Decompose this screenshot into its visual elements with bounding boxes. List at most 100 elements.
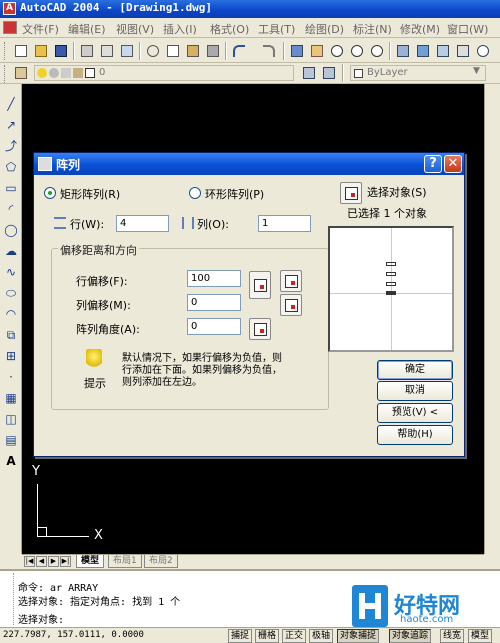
next-tab-icon[interactable]: ▶ xyxy=(48,556,59,567)
line-icon[interactable]: ╱ xyxy=(3,96,19,112)
layer-dropdown[interactable]: 0 xyxy=(34,65,294,81)
design-center-icon[interactable] xyxy=(414,42,432,60)
help-button[interactable]: 帮助(H) xyxy=(377,425,453,445)
menu-file[interactable]: 文件(F) xyxy=(22,21,59,37)
layer-manager-icon[interactable] xyxy=(12,64,30,82)
revision-cloud-icon[interactable]: ☁ xyxy=(3,243,19,259)
table-icon[interactable]: ▤ xyxy=(3,432,19,448)
open-icon[interactable] xyxy=(32,42,50,60)
last-tab-icon[interactable]: ▶| xyxy=(60,556,71,567)
menu-insert[interactable]: 插入(I) xyxy=(163,21,197,37)
paste-icon[interactable] xyxy=(184,42,202,60)
menu-edit[interactable]: 编辑(E) xyxy=(68,21,106,37)
window-titlebar[interactable]: A AutoCAD 2004 - [Drawing1.dwg] xyxy=(0,0,500,18)
arc-icon[interactable]: ◜ xyxy=(3,201,19,217)
menu-draw[interactable]: 绘图(D) xyxy=(305,21,344,37)
redo-icon[interactable] xyxy=(260,42,278,60)
insert-block-icon[interactable]: ⧉ xyxy=(3,327,19,343)
construction-line-icon[interactable]: ↗ xyxy=(3,117,19,133)
dialog-titlebar[interactable]: 阵列 ? ✕ xyxy=(34,153,464,175)
make-block-icon[interactable]: ⊞ xyxy=(3,348,19,364)
zoom-realtime-icon[interactable] xyxy=(328,42,346,60)
polygon-icon[interactable]: ⬠ xyxy=(3,159,19,175)
multiline-text-icon[interactable]: A xyxy=(3,453,19,469)
tool-palettes-icon[interactable] xyxy=(434,42,452,60)
match-properties-icon[interactable] xyxy=(204,42,222,60)
select-objects-label: 选择对象(S) xyxy=(367,186,427,199)
menu-window[interactable]: 窗口(W) xyxy=(447,21,488,37)
zoom-window-icon[interactable] xyxy=(348,42,366,60)
separator xyxy=(225,42,227,60)
print-preview-icon[interactable] xyxy=(98,42,116,60)
properties-icon[interactable] xyxy=(394,42,412,60)
grid-toggle[interactable]: 栅格 xyxy=(255,629,280,643)
toolbar-grip[interactable] xyxy=(4,65,7,83)
pick-angle-button[interactable] xyxy=(249,318,271,340)
cut-icon[interactable] xyxy=(144,42,162,60)
ortho-toggle[interactable]: 正交 xyxy=(282,629,307,643)
pick-both-offsets-button[interactable] xyxy=(249,271,271,299)
publish-icon[interactable] xyxy=(118,42,136,60)
save-icon[interactable] xyxy=(52,42,70,60)
tab-model[interactable]: 模型 xyxy=(76,555,105,568)
close-icon[interactable]: ✕ xyxy=(444,155,462,173)
pick-row-offset-button[interactable] xyxy=(280,270,302,292)
polar-array-label[interactable]: 环形阵列(P) xyxy=(205,186,264,202)
hatch-icon[interactable]: ▦ xyxy=(3,390,19,406)
pan-icon[interactable] xyxy=(308,42,326,60)
rows-input[interactable] xyxy=(116,215,169,232)
help-icon[interactable] xyxy=(474,42,492,60)
rect-array-radio[interactable] xyxy=(44,187,56,199)
document-icon[interactable] xyxy=(3,21,17,34)
layer-previous-icon[interactable] xyxy=(320,64,338,82)
array-angle-input[interactable] xyxy=(187,318,241,335)
column-offset-input[interactable] xyxy=(187,294,241,311)
preview-button[interactable]: 预览(V) < xyxy=(377,403,453,423)
otrack-toggle[interactable]: 对象追踪 xyxy=(389,629,432,643)
menu-view[interactable]: 视图(V) xyxy=(116,21,154,37)
circle-icon[interactable]: ◯ xyxy=(3,222,19,238)
point-icon[interactable]: · xyxy=(3,369,19,385)
tab-layout2[interactable]: 布局2 xyxy=(144,555,178,568)
ellipse-arc-icon[interactable]: ◠ xyxy=(3,306,19,322)
row-offset-input[interactable] xyxy=(187,270,241,287)
pick-column-offset-button[interactable] xyxy=(280,294,302,316)
columns-input[interactable] xyxy=(258,215,311,232)
column-offset-label: 列偏移(M): xyxy=(76,299,131,312)
menu-modify[interactable]: 修改(M) xyxy=(400,21,440,37)
markup-icon[interactable] xyxy=(454,42,472,60)
help-icon[interactable]: ? xyxy=(424,155,442,173)
polyline-icon[interactable]: ⤴ xyxy=(3,138,19,154)
osnap-toggle[interactable]: 对象捕捉 xyxy=(337,629,380,643)
cancel-button[interactable]: 取消 xyxy=(377,381,453,401)
spline-icon[interactable]: ∿ xyxy=(3,264,19,280)
copy-icon[interactable] xyxy=(164,42,182,60)
make-current-layer-icon[interactable] xyxy=(300,64,318,82)
model-toggle[interactable]: 模型 xyxy=(468,629,493,643)
rect-array-label[interactable]: 矩形阵列(R) xyxy=(60,186,120,202)
region-icon[interactable]: ◫ xyxy=(3,411,19,427)
lineweight-toggle[interactable]: 线宽 xyxy=(440,629,465,643)
snap-toggle[interactable]: 捕捉 xyxy=(228,629,253,643)
menu-tools[interactable]: 工具(T) xyxy=(258,21,295,37)
menu-format[interactable]: 格式(O) xyxy=(210,21,249,37)
ellipse-icon[interactable]: ⬭ xyxy=(3,285,19,301)
select-objects-button[interactable] xyxy=(340,182,362,204)
color-dropdown[interactable]: ByLayer ▼ xyxy=(350,65,486,81)
rectangle-icon[interactable]: ▭ xyxy=(3,180,19,196)
prev-tab-icon[interactable]: ◀ xyxy=(36,556,47,567)
print-icon[interactable] xyxy=(78,42,96,60)
new-icon[interactable] xyxy=(12,42,30,60)
tab-layout1[interactable]: 布局1 xyxy=(108,555,142,568)
ok-button[interactable]: 确定 xyxy=(377,360,453,380)
vertical-scrollbar[interactable] xyxy=(484,84,500,554)
zoom-previous-icon[interactable] xyxy=(368,42,386,60)
menu-dimension[interactable]: 标注(N) xyxy=(353,21,392,37)
toolbar-grip[interactable] xyxy=(4,42,7,60)
polar-toggle[interactable]: 极轴 xyxy=(309,629,334,643)
undo-icon[interactable] xyxy=(230,42,248,60)
command-prompt[interactable]: 选择对象: xyxy=(18,611,64,626)
hyperlink-icon[interactable] xyxy=(288,42,306,60)
first-tab-icon[interactable]: |◀ xyxy=(24,556,35,567)
polar-array-radio[interactable] xyxy=(189,187,201,199)
